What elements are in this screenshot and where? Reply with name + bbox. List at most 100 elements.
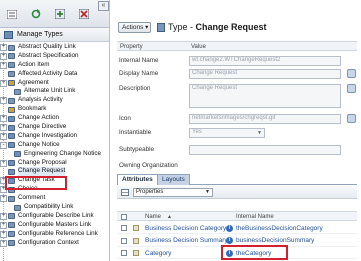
tree-item[interactable]: + Change Action xyxy=(0,114,109,123)
tab-attributes[interactable]: Attributes xyxy=(117,174,158,185)
type-detail-panel: Actions ▾ Type - Change Request Property… xyxy=(111,0,361,261)
tree-item-label: Affected Activity Data xyxy=(18,69,78,77)
tree-item[interactable]: + Configurable Masters Link xyxy=(0,221,109,230)
actions-button[interactable]: Actions ▾ xyxy=(118,22,151,33)
property-value: Change Request xyxy=(192,70,238,76)
row-checkbox[interactable] xyxy=(121,237,127,244)
property-value-field[interactable]: netmarkets/images/chgreqst.gif xyxy=(189,114,341,124)
property-value-field[interactable]: Change Request xyxy=(189,69,341,79)
tree-item[interactable]: Alternate Unit Link xyxy=(0,87,109,96)
property-label: Instantiable xyxy=(119,129,152,136)
collapse-icon[interactable]: - xyxy=(0,141,7,149)
tree-item[interactable]: + Abstract Specification xyxy=(0,51,109,61)
expand-icon[interactable]: + xyxy=(0,79,7,87)
table-row[interactable]: Business Decision Category i theBusinessDe… xyxy=(117,222,357,234)
localize-icon[interactable] xyxy=(347,114,356,123)
localize-icon[interactable] xyxy=(347,84,356,93)
tree-item-label: Abstract Quality Link xyxy=(18,43,76,50)
localize-icon[interactable] xyxy=(347,69,356,78)
tree-item[interactable]: + Analysis Activity xyxy=(0,96,109,105)
expand-icon[interactable]: + xyxy=(0,132,7,140)
tree-item-label: Abstract Specification xyxy=(18,51,79,59)
list-icon[interactable] xyxy=(5,8,18,20)
tree-item[interactable]: + Change Proposal xyxy=(0,158,109,168)
properties-header: Property Value xyxy=(117,41,357,51)
tree-item[interactable]: + Change Directive xyxy=(0,123,109,132)
tree-item-label: Agreement xyxy=(18,78,49,86)
tree-item[interactable]: Engineering Change Notice xyxy=(0,149,109,159)
manage-types-icon xyxy=(4,31,13,39)
tree-item[interactable]: Compatibility Link xyxy=(0,203,109,212)
attribute-view-value: Properties xyxy=(136,189,164,195)
tree-item-label: Change Proposal xyxy=(18,158,67,166)
type-icon xyxy=(8,240,15,247)
tree-item[interactable]: + Comment xyxy=(0,194,109,203)
sort-ascending-icon: ▲ xyxy=(167,214,172,220)
tree-item[interactable]: Affected Activity Data xyxy=(0,69,109,79)
expand-icon[interactable]: + xyxy=(0,115,7,123)
expand-icon[interactable]: + xyxy=(0,124,7,132)
row-checkbox[interactable] xyxy=(121,250,127,256)
name-column-header[interactable]: Name xyxy=(145,214,161,220)
property-value-field[interactable] xyxy=(189,145,341,155)
expand-icon[interactable]: + xyxy=(0,239,7,247)
tab-bar: Attributes Layouts xyxy=(117,174,357,185)
type-icon xyxy=(8,53,15,60)
attribute-name[interactable]: Business Decision Category xyxy=(145,225,226,232)
tree-item[interactable]: + Configurable Reference Link xyxy=(0,230,109,239)
expand-icon[interactable]: + xyxy=(0,52,7,60)
property-value: wt.change2.WTChangeRequest2 xyxy=(192,57,281,63)
tree-item[interactable]: + Configuration Context xyxy=(0,239,109,248)
tree-item-label: Alternate Unit Link xyxy=(24,87,76,95)
attribute-name[interactable]: Business Decision Summary xyxy=(145,237,228,244)
tree-item-label: Engineering Change Notice xyxy=(24,149,102,157)
tree-item[interactable]: - Change Notice xyxy=(0,140,109,150)
type-icon xyxy=(8,80,15,87)
property-value-field[interactable]: Yes ▼ xyxy=(189,128,265,138)
tree-item-label: Change Notice xyxy=(18,140,60,148)
internal-name-column-header[interactable]: Internal Name xyxy=(236,214,274,220)
tab-layouts[interactable]: Layouts xyxy=(157,174,190,185)
expand-icon[interactable]: + xyxy=(0,159,7,167)
type-icon xyxy=(8,222,15,229)
attribute-name[interactable]: Category xyxy=(145,250,171,257)
type-icon xyxy=(8,115,15,122)
type-icon xyxy=(8,62,15,69)
expand-icon[interactable]: + xyxy=(0,44,7,51)
expand-icon[interactable]: + xyxy=(0,97,7,105)
tree-item[interactable]: + Agreement xyxy=(0,78,109,88)
collapse-panel-button[interactable]: « xyxy=(98,1,109,11)
refresh-icon[interactable] xyxy=(29,8,42,20)
expand-icon[interactable]: + xyxy=(0,61,7,69)
title-text: Change Request xyxy=(195,22,267,32)
delete-icon[interactable] xyxy=(77,8,90,20)
tree-item-label: Analysis Activity xyxy=(18,96,63,104)
grid-icon[interactable] xyxy=(121,189,129,196)
property-value-field[interactable]: Change Request xyxy=(189,84,341,108)
select-all-checkbox[interactable] xyxy=(121,213,127,220)
manage-types-header[interactable]: Manage Types xyxy=(0,28,109,42)
property-label: Display Name xyxy=(119,70,159,77)
type-icon xyxy=(8,44,15,51)
property-value-field[interactable]: wt.change2.WTChangeRequest2 xyxy=(189,56,341,66)
tree-item[interactable]: Bookmark xyxy=(0,105,109,114)
tree-item-label: Bookmark xyxy=(18,105,47,113)
expand-icon[interactable]: + xyxy=(0,221,7,229)
info-icon[interactable]: i xyxy=(226,237,233,244)
tree-item[interactable]: + Change Investigation xyxy=(0,132,109,141)
type-icon xyxy=(157,23,165,32)
tree-item[interactable]: + Action Item xyxy=(0,61,109,70)
manage-types-label: Manage Types xyxy=(17,31,63,38)
add-icon[interactable] xyxy=(53,8,66,20)
tree-item[interactable]: + Configurable Describe Link xyxy=(0,212,109,221)
page-title: Type - Change Request xyxy=(168,22,267,32)
expand-icon[interactable]: + xyxy=(0,212,7,220)
expand-icon[interactable]: + xyxy=(0,230,7,238)
expand-icon[interactable]: + xyxy=(0,195,7,203)
info-icon[interactable]: i xyxy=(226,224,233,232)
left-toolbar: « xyxy=(0,0,109,28)
row-checkbox[interactable] xyxy=(121,225,127,231)
attribute-view-select[interactable]: Properties ▼ xyxy=(133,188,213,197)
tree-item[interactable]: + Abstract Quality Link xyxy=(0,43,109,52)
selection-highlight xyxy=(5,176,67,190)
